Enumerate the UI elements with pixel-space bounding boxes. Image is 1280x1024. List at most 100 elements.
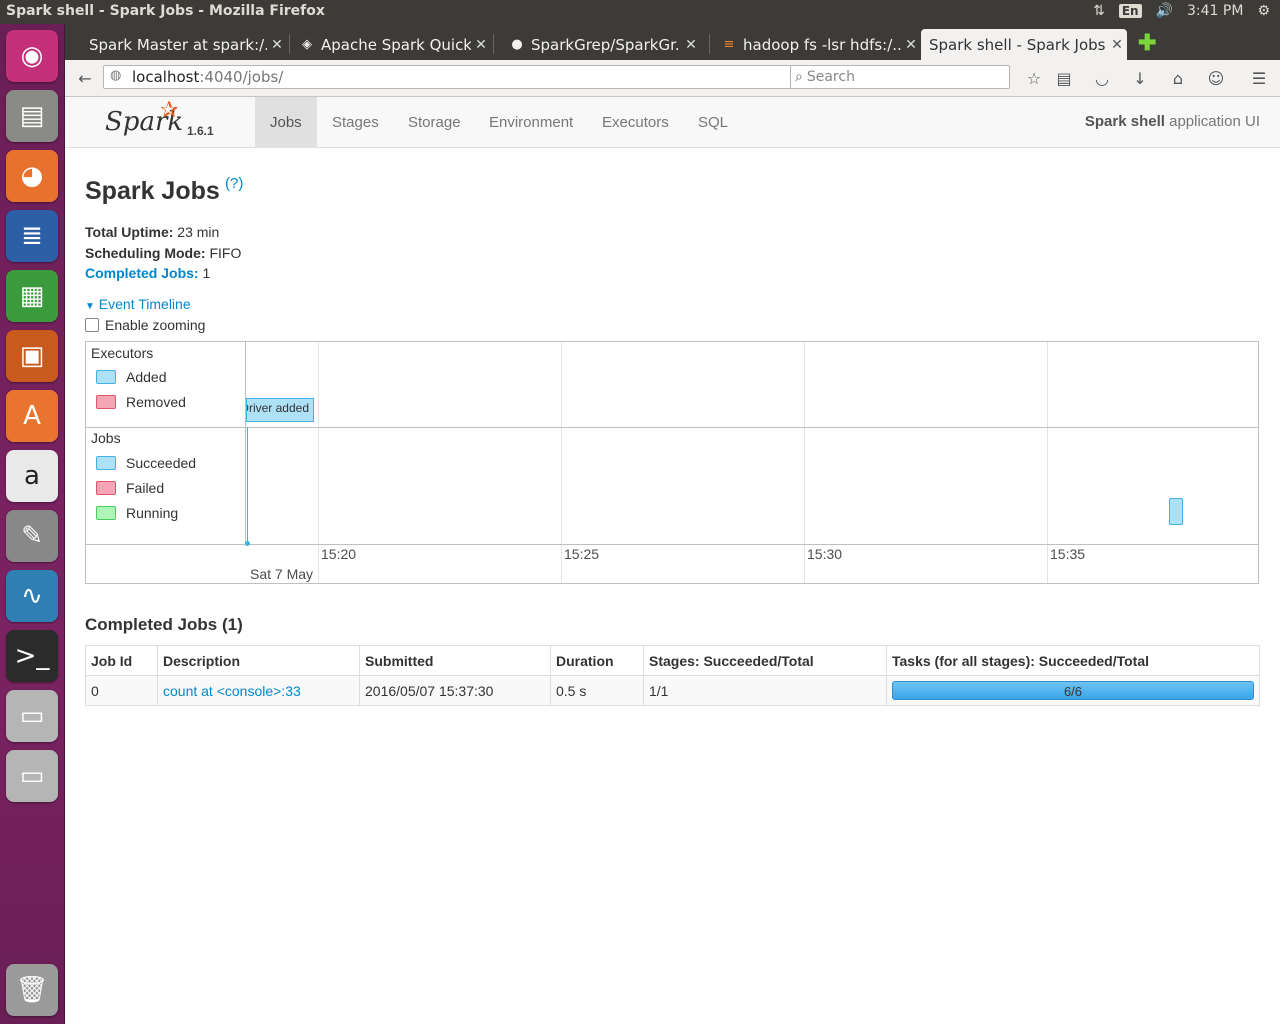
enable-zooming-checkbox[interactable] xyxy=(85,318,99,332)
axis-line xyxy=(86,544,1258,545)
url-path: :4040/jobs/ xyxy=(199,68,284,86)
launcher: ◉ ▤ ◕ ≣ ▦ ▣ A a ✎ ∿ >_ ▭ ▭ 🗑 xyxy=(0,24,65,1024)
app-name-rest: application UI xyxy=(1164,113,1260,130)
tab-jobs[interactable]: Jobs xyxy=(255,97,317,147)
help-link[interactable]: (?) xyxy=(225,175,243,192)
tab-hadoop[interactable]: ≡ hadoop fs -lsr hdfs:/... ✕ xyxy=(713,29,921,60)
spark-star-icon: ✰ xyxy=(160,97,179,122)
stackoverflow-icon: ≡ xyxy=(723,37,735,52)
chat-icon[interactable]: ☺ xyxy=(1204,67,1228,89)
page-content: Spark ✰ 1.6.1 Jobs Stages Storage Enviro… xyxy=(65,97,1280,1024)
keyboard-layout-indicator[interactable]: En xyxy=(1118,4,1142,18)
gridline xyxy=(318,342,319,583)
mode-value: FIFO xyxy=(205,245,242,261)
event-timeline-label: Event Timeline xyxy=(98,296,191,312)
group-divider xyxy=(86,427,1258,428)
volume-icon[interactable]: 🔊 xyxy=(1156,3,1173,19)
info-globe-icon[interactable]: ◍ xyxy=(110,68,121,83)
menu-hamburger-icon[interactable]: ☰ xyxy=(1247,67,1271,89)
url-bar[interactable]: ◍ localhost:4040/jobs/ ↻ xyxy=(103,65,828,89)
app-name: Spark shell application UI xyxy=(1085,113,1260,130)
ubuntu-dash-icon[interactable]: ◉ xyxy=(6,30,58,82)
jobs-group: Jobs Succeeded Failed Running xyxy=(86,427,246,544)
legend-label: Removed xyxy=(126,394,186,410)
tab-sql[interactable]: SQL xyxy=(683,97,743,147)
enable-zooming-label: Enable zooming xyxy=(105,317,206,333)
column-header[interactable]: Stages: Succeeded/Total xyxy=(643,645,887,676)
download-icon[interactable]: ↓ xyxy=(1128,67,1152,89)
table-row: 0 count at <console>:33 2016/05/07 15:37… xyxy=(85,675,1260,706)
tab-stages[interactable]: Stages xyxy=(317,97,394,147)
job-description-link[interactable]: count at <console>:33 xyxy=(163,683,301,699)
pocket-icon[interactable]: ◡ xyxy=(1090,67,1114,89)
amazon-icon[interactable]: a xyxy=(6,450,58,502)
close-icon[interactable]: ✕ xyxy=(901,37,921,53)
event-timeline[interactable]: Executors Added Removed Jobs Succeeded F… xyxy=(85,341,1259,584)
clock[interactable]: 3:41 PM xyxy=(1187,3,1243,19)
event-timeline-toggle[interactable]: ▼ Event Timeline xyxy=(85,296,191,312)
column-header[interactable]: Tasks (for all stages): Succeeded/Total xyxy=(886,645,1260,676)
completed-label: Completed Jobs: xyxy=(85,265,199,281)
gear-icon[interactable]: ⚙ xyxy=(1257,3,1270,19)
completed-value: 1 xyxy=(198,265,211,281)
software-center-icon[interactable]: A xyxy=(6,390,58,442)
close-icon[interactable]: ✕ xyxy=(681,37,701,53)
drive-icon[interactable]: ▭ xyxy=(6,690,58,742)
back-arrow-icon[interactable]: ← xyxy=(73,67,97,89)
search-box[interactable]: ⌕ Search xyxy=(790,65,1010,89)
job-0-event[interactable] xyxy=(1169,498,1183,525)
legend-succeeded: Succeeded xyxy=(96,455,196,471)
completed-jobs-title[interactable]: Completed Jobs (1) xyxy=(85,615,243,635)
firefox-icon[interactable]: ◕ xyxy=(6,150,58,202)
tab-executors[interactable]: Executors xyxy=(587,97,684,147)
gridline xyxy=(804,342,805,583)
impress-icon[interactable]: ▣ xyxy=(6,330,58,382)
calc-icon[interactable]: ▦ xyxy=(6,270,58,322)
tab-spark-shell[interactable]: Spark shell - Spark Jobs ✕ xyxy=(921,29,1127,60)
system-monitor-icon[interactable]: ∿ xyxy=(6,570,58,622)
terminal-icon[interactable]: >_ xyxy=(6,630,58,682)
search-icon: ⌕ xyxy=(795,69,803,85)
legend-swatch xyxy=(96,456,116,470)
legend-swatch xyxy=(96,370,116,384)
column-header[interactable]: Duration xyxy=(550,645,644,676)
tab-separator xyxy=(289,34,290,54)
column-header[interactable]: Job Id xyxy=(85,645,158,676)
jobs-title: Jobs xyxy=(91,430,121,446)
stages-cell: 1/1 xyxy=(643,675,887,706)
reading-list-icon[interactable]: ▤ xyxy=(1052,67,1076,89)
new-tab-plus-icon[interactable]: ✚ xyxy=(1138,30,1156,56)
network-icon[interactable]: ⇅ xyxy=(1093,3,1105,19)
tab-environment[interactable]: Environment xyxy=(474,97,588,147)
files-icon[interactable]: ▤ xyxy=(6,90,58,142)
settings-icon[interactable]: ✎ xyxy=(6,510,58,562)
legend-swatch xyxy=(96,506,116,520)
browser-nav-bar: ← ◍ localhost:4040/jobs/ ↻ ⌕ Search ☆ ▤ … xyxy=(65,60,1280,97)
tab-label: hadoop fs -lsr hdfs:/... xyxy=(743,35,901,54)
tab-spark-quickstart[interactable]: ◈ Apache Spark Quick ... ✕ xyxy=(291,29,491,60)
legend-label: Succeeded xyxy=(126,455,197,471)
date-label: Sat 7 May xyxy=(250,566,314,582)
driver-added-event[interactable]: Driver added xyxy=(246,398,314,422)
description-cell: count at <console>:33 xyxy=(157,675,360,706)
column-header[interactable]: Submitted xyxy=(359,645,551,676)
executors-title: Executors xyxy=(91,345,154,361)
url-host: localhost xyxy=(132,68,200,86)
close-icon[interactable]: ✕ xyxy=(471,37,491,53)
drive-icon[interactable]: ▭ xyxy=(6,750,58,802)
writer-icon[interactable]: ≣ xyxy=(6,210,58,262)
system-top-panel: Spark shell - Spark Jobs - Mozilla Firef… xyxy=(0,0,1280,24)
legend-failed: Failed xyxy=(96,480,164,496)
trash-icon[interactable]: 🗑 xyxy=(6,964,58,1016)
tasks-cell: 6/6 xyxy=(886,675,1260,706)
completed-jobs-link[interactable]: Completed Jobs: 1 xyxy=(85,265,210,281)
column-header[interactable]: Description xyxy=(157,645,360,676)
tab-storage[interactable]: Storage xyxy=(393,97,476,147)
tab-sparkgrep[interactable]: ● SparkGrep/SparkGr... ✕ xyxy=(501,29,701,60)
home-icon[interactable]: ⌂ xyxy=(1166,67,1190,89)
page-title: Spark Jobs xyxy=(85,177,220,205)
close-icon[interactable]: ✕ xyxy=(267,37,287,53)
close-icon[interactable]: ✕ xyxy=(1107,37,1127,53)
bookmark-star-icon[interactable]: ☆ xyxy=(1022,67,1046,89)
tab-spark-master[interactable]: Spark Master at spark:/... ✕ xyxy=(81,29,287,60)
